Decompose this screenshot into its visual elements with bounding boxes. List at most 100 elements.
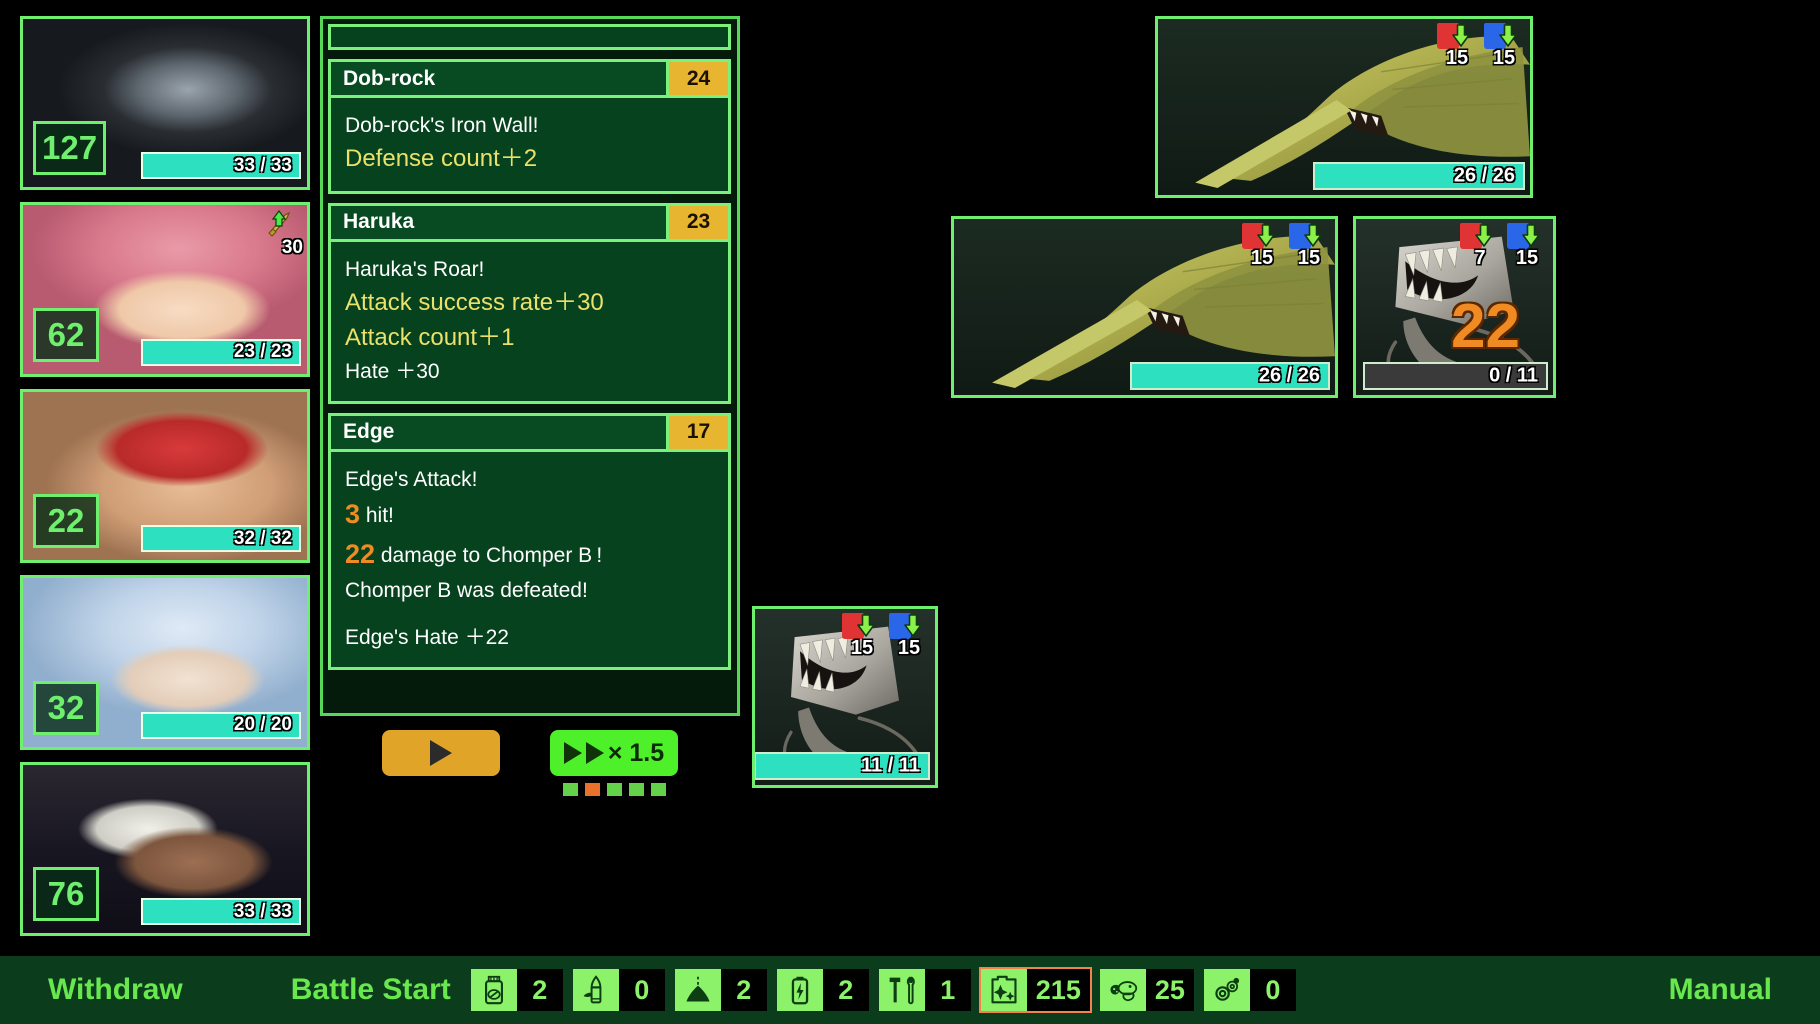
log-actor-name: Dob-rock	[331, 62, 666, 95]
play-button[interactable]	[381, 730, 500, 776]
log-entry: Haruka 23 Haruka's Roar! Attack success r…	[328, 202, 731, 404]
speed-dot[interactable]	[628, 783, 644, 796]
party-member-hate-value: 62	[33, 307, 99, 362]
party-panel: 127 33 / 33 62 30 23 / 23 22 32 / 32 32 …	[20, 16, 310, 937]
enemy-debuff-row: 7 15	[1460, 223, 1547, 269]
enemy-debuff-value: 15	[1297, 247, 1321, 269]
log-line: Edge's Attack!	[345, 467, 478, 491]
enemy-debuff-badge: 15	[1242, 223, 1282, 269]
log-line-text: damage to Chomper B !	[375, 543, 603, 567]
battle-screen: 127 33 / 33 62 30 23 / 23 22 32 / 32 32 …	[0, 0, 1820, 1024]
log-entry-header: Edge 17	[331, 415, 728, 452]
enemy-debuff-badge: 15	[1484, 23, 1524, 69]
log-entry-body: Haruka's Roar! Attack success rate＋30 Atta…	[331, 242, 728, 401]
resource-item[interactable]: 215	[978, 967, 1092, 1013]
enemy-hp-text: 0 / 11	[1489, 364, 1538, 387]
fastforward-control-group: × 1.5	[549, 730, 679, 796]
enemy-debuff-row: 15 15	[1437, 23, 1524, 69]
enemy-debuff-row: 15 15	[842, 613, 929, 659]
log-line: 3 hit!	[345, 495, 714, 535]
enemy-card[interactable]: 15 15 11 / 11	[752, 606, 938, 788]
arrow-down-icon	[1255, 223, 1277, 247]
log-actor-name: Edge	[331, 415, 666, 449]
enemy-card[interactable]: 15 15 26 / 26	[951, 216, 1338, 398]
arrow-down-icon	[1520, 223, 1542, 247]
battle-start-button[interactable]: Battle Start	[291, 973, 451, 1007]
log-entry: Edge 17 Edge's Attack! 3 hit! 22 damage to…	[328, 412, 731, 670]
enemy-hp-text: 26 / 26	[1258, 364, 1320, 387]
play-control-group	[381, 730, 500, 776]
log-entry-body: Edge's Attack! 3 hit! 22 damage to Chomper…	[331, 452, 728, 667]
resource-value: 0	[618, 969, 665, 1011]
enemy-debuff-value: 15	[1445, 47, 1469, 69]
arrow-down-icon	[902, 613, 924, 637]
speed-dot[interactable]	[606, 783, 622, 796]
arrow-down-icon	[1450, 23, 1472, 47]
speed-multiplier-label: × 1.5	[607, 738, 665, 767]
resource-value: 2	[516, 969, 563, 1011]
enemy-debuff-badge: 15	[1289, 223, 1329, 269]
attack-up-sword-icon	[263, 209, 299, 239]
log-line: Hate ＋30	[345, 359, 440, 383]
bullet-icon	[572, 969, 619, 1011]
resource-item[interactable]: 2	[469, 967, 565, 1013]
speed-dot-indicator[interactable]	[562, 783, 666, 796]
play-triangle-icon	[429, 740, 452, 766]
flask-cone-icon	[674, 969, 721, 1011]
party-member-card[interactable]: 32 20 / 20	[20, 575, 310, 750]
enemy-field: 15 15 26 / 26 15 15 26 / 26 7 15 22 0 / …	[748, 0, 1820, 930]
party-member-buff-value: 30	[281, 237, 303, 259]
speed-dot[interactable]	[650, 783, 666, 796]
log-entry-body: Dob-rock's Iron Wall! Defense count＋2	[331, 98, 728, 191]
log-line: 22 damage to Chomper B !	[345, 535, 714, 575]
party-member-hp-text: 20 / 20	[233, 714, 292, 736]
enemy-card[interactable]: 15 15 26 / 26	[1155, 16, 1533, 198]
arrow-down-icon	[1473, 223, 1495, 247]
playback-controls: × 1.5	[320, 730, 740, 840]
log-line: Attack success rate＋30	[345, 288, 604, 316]
battle-log-panel[interactable]: Dob-rock 24 Dob-rock's Iron Wall! Defense…	[320, 16, 740, 716]
log-entry-scrolled-partial	[328, 24, 731, 50]
resource-item[interactable]: 2	[673, 967, 769, 1013]
resource-item[interactable]: 0	[1202, 967, 1298, 1013]
battle-mode-toggle[interactable]: Manual	[1669, 973, 1772, 1007]
enemy-debuff-value: 15	[1515, 247, 1539, 269]
resource-value: 2	[720, 969, 767, 1011]
resource-item[interactable]: 25	[1098, 967, 1196, 1013]
party-member-hp-text: 23 / 23	[233, 341, 292, 363]
party-member-hp-bar: 33 / 33	[141, 152, 301, 180]
party-member-buff-badge: 30	[259, 209, 303, 259]
resource-item[interactable]: 1	[877, 967, 973, 1013]
party-member-hp-bar: 20 / 20	[141, 711, 301, 739]
party-member-hate-value: 32	[33, 680, 99, 735]
party-member-hate-value: 127	[33, 121, 107, 176]
enemy-debuff-badge: 7	[1460, 223, 1500, 269]
speed-dot[interactable]	[584, 783, 600, 796]
resource-item[interactable]: 0	[571, 967, 667, 1013]
party-member-card[interactable]: 62 30 23 / 23	[20, 202, 310, 377]
enemy-card[interactable]: 7 15 22 0 / 11	[1353, 216, 1556, 398]
log-line-number: 3	[345, 498, 361, 529]
log-action-cost: 17	[666, 415, 728, 449]
enemy-debuff-badge: 15	[1437, 23, 1477, 69]
party-member-card[interactable]: 22 32 / 32	[20, 388, 310, 564]
party-member-hate-value: 76	[33, 867, 99, 922]
fastforward-button[interactable]: × 1.5	[549, 730, 679, 776]
log-line-number: 22	[345, 538, 376, 569]
enemy-hp-text: 11 / 11	[861, 754, 920, 777]
enemy-debuff-value: 15	[850, 637, 874, 659]
withdraw-button[interactable]: Withdraw	[48, 973, 183, 1007]
resource-item[interactable]: 2	[775, 967, 871, 1013]
enemy-debuff-badge: 15	[1507, 223, 1547, 269]
medicine-bottle-icon	[470, 969, 517, 1011]
enemy-debuff-value: 15	[1250, 247, 1274, 269]
party-member-hp-bar: 23 / 23	[141, 338, 301, 366]
party-member-card[interactable]: 127 33 / 33	[20, 16, 310, 191]
resource-value: 2	[822, 969, 869, 1011]
party-member-card[interactable]: 76 33 / 33	[20, 761, 310, 937]
log-entry-header: Haruka 23	[331, 205, 728, 242]
resource-value: 25	[1145, 969, 1194, 1011]
log-line-text: hit!	[360, 503, 394, 527]
log-actor-name: Haruka	[331, 205, 666, 239]
speed-dot[interactable]	[562, 783, 578, 796]
